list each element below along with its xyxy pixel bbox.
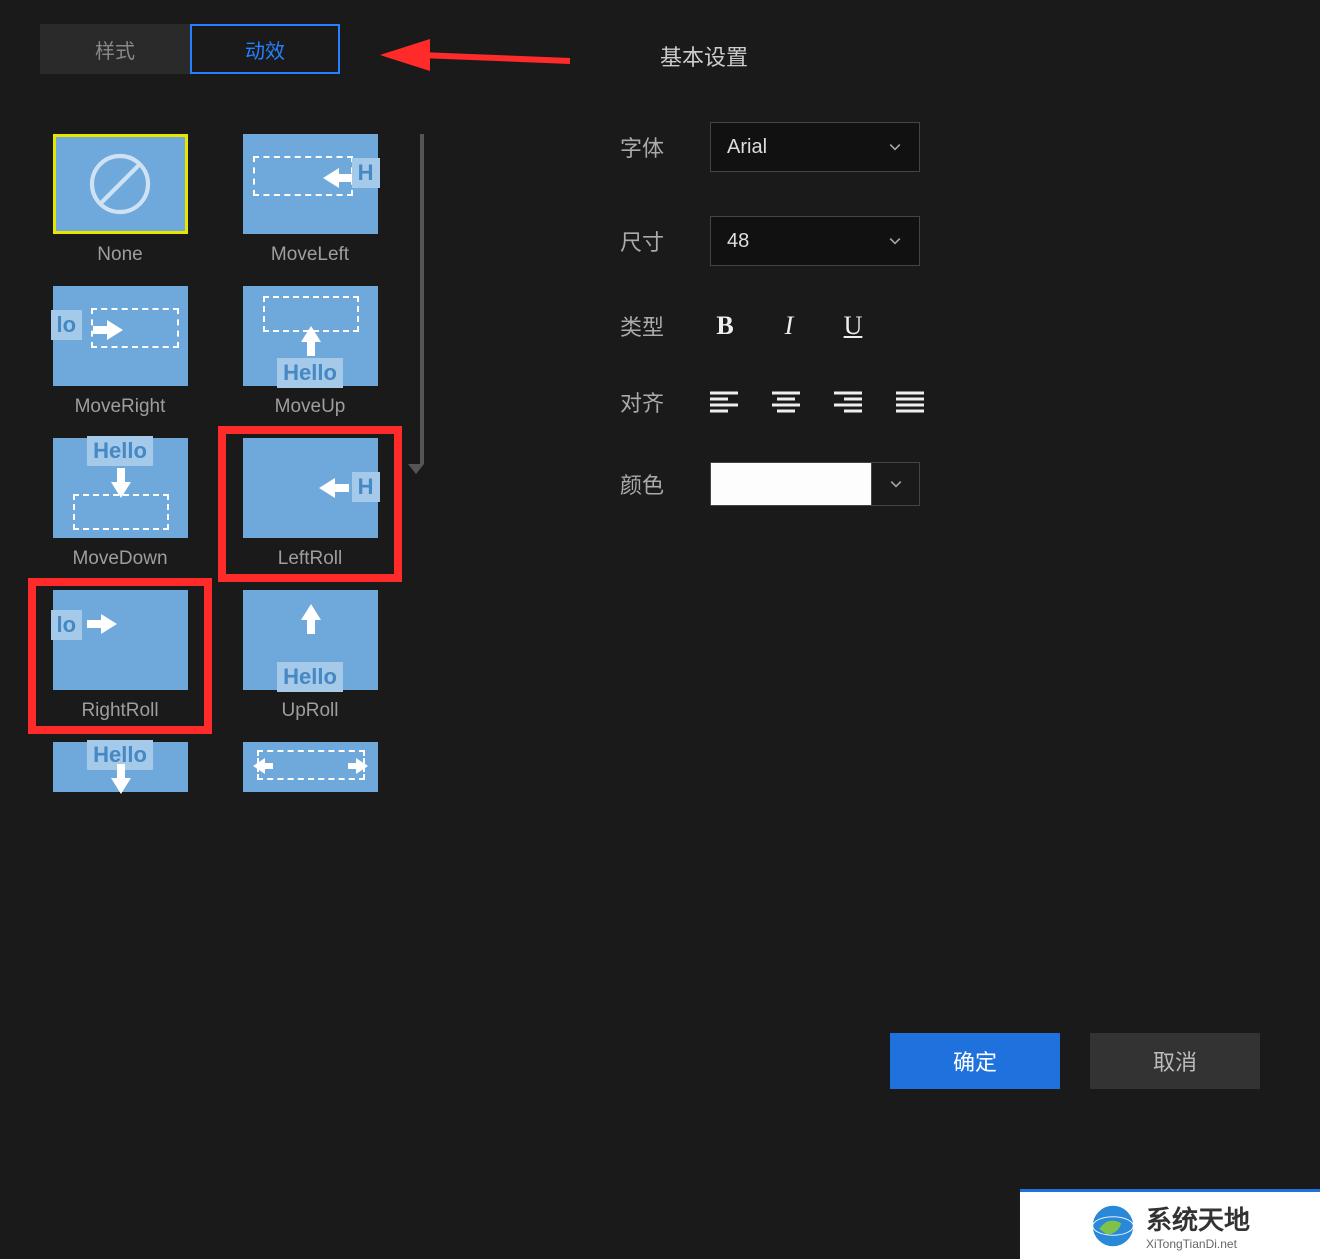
effect-label: MoveRight: [75, 396, 166, 418]
effect-uproll[interactable]: Hello UpRoll: [230, 590, 390, 722]
color-swatch: [711, 463, 871, 505]
font-label: 字体: [620, 131, 710, 163]
align-center-button[interactable]: [772, 391, 800, 413]
italic-button[interactable]: I: [774, 311, 804, 341]
arrow-right-icon: [93, 320, 123, 340]
align-left-button[interactable]: [710, 391, 738, 413]
confirm-button[interactable]: 确定: [890, 1033, 1060, 1089]
effect-none[interactable]: None: [40, 134, 200, 266]
font-select[interactable]: Arial: [710, 122, 920, 172]
settings-title: 基本设置: [660, 40, 1320, 72]
effect-downroll-partial[interactable]: Hello: [40, 742, 200, 802]
effect-label: LeftRoll: [278, 548, 342, 570]
size-value: 48: [727, 230, 749, 253]
bold-button[interactable]: B: [710, 311, 740, 341]
align-justify-button[interactable]: [896, 391, 924, 413]
align-right-button[interactable]: [834, 391, 862, 413]
arrow-left-icon: [323, 168, 353, 188]
watermark-url: XiTongTianDi.net: [1146, 1237, 1250, 1251]
size-label: 尺寸: [620, 225, 710, 257]
effect-moveleft[interactable]: H MoveLeft: [230, 134, 390, 266]
arrow-right-icon: [348, 758, 368, 774]
effect-movedown[interactable]: Hello MoveDown: [40, 438, 200, 570]
chevron-down-icon: [888, 476, 904, 492]
arrow-right-icon: [87, 614, 117, 634]
underline-button[interactable]: U: [838, 311, 868, 341]
arrow-down-icon: [111, 764, 131, 794]
effect-label: RightRoll: [81, 700, 158, 722]
effect-rightroll[interactable]: lo RightRoll: [40, 590, 200, 722]
globe-icon: [1090, 1203, 1136, 1249]
effect-scroll-partial[interactable]: [230, 742, 390, 802]
left-effects-panel: 样式 动效 None: [0, 0, 420, 1259]
effect-leftroll[interactable]: H LeftRoll: [230, 438, 390, 570]
effect-moveup[interactable]: Hello MoveUp: [230, 286, 390, 418]
none-icon: [85, 149, 155, 219]
arrow-left-icon: [253, 758, 273, 774]
effect-label: None: [97, 244, 142, 266]
color-label: 颜色: [620, 468, 710, 500]
arrow-left-icon: [319, 478, 349, 498]
watermark: 系统天地 XiTongTianDi.net: [1020, 1189, 1320, 1259]
effect-moveright[interactable]: lo MoveRight: [40, 286, 200, 418]
arrow-up-icon: [301, 604, 321, 634]
cancel-button[interactable]: 取消: [1090, 1033, 1260, 1089]
type-label: 类型: [620, 310, 710, 342]
right-settings-panel: 基本设置 字体 Arial 尺寸 48 类型 B I U 对齐: [420, 0, 1320, 1259]
font-value: Arial: [727, 136, 767, 159]
effects-grid: None H MoveLeft lo: [40, 134, 400, 802]
arrow-up-icon: [301, 326, 321, 356]
size-select[interactable]: 48: [710, 216, 920, 266]
align-label: 对齐: [620, 386, 710, 418]
color-select[interactable]: [710, 462, 920, 506]
tab-effects[interactable]: 动效: [190, 24, 340, 74]
effect-label: MoveDown: [72, 548, 167, 570]
tab-style[interactable]: 样式: [40, 24, 190, 74]
chevron-down-icon: [887, 233, 903, 249]
effect-label: MoveLeft: [271, 244, 349, 266]
chevron-down-icon: [887, 139, 903, 155]
effect-label: UpRoll: [281, 700, 338, 722]
watermark-text: 系统天地: [1146, 1200, 1250, 1237]
effect-label: MoveUp: [275, 396, 346, 418]
tab-bar: 样式 动效: [40, 24, 420, 74]
